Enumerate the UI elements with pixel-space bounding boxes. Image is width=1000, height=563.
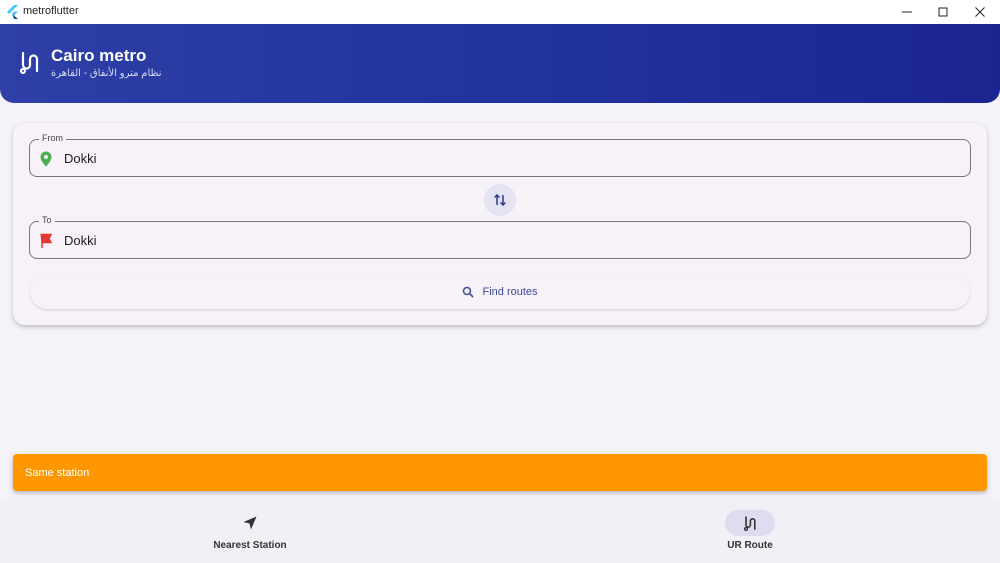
app-subtitle: نظام مترو الأنفاق - القاهرة (51, 68, 162, 79)
window-title: metroflutter (23, 5, 79, 17)
app-header (0, 24, 1000, 103)
close-button[interactable] (962, 0, 998, 24)
snackbar-message: Same station (25, 467, 90, 479)
maximize-icon (938, 7, 948, 17)
nav-icon-container (225, 510, 275, 536)
nav-label: UR Route (727, 540, 773, 551)
find-routes-button[interactable]: Find routes (30, 275, 970, 309)
search-icon (463, 286, 475, 298)
route-icon (743, 516, 756, 531)
route-icon (20, 51, 39, 74)
app-title: Cairo metro (51, 46, 147, 65)
window-titlebar: metroflutter (0, 0, 1000, 24)
navigation-arrow-icon (243, 516, 257, 530)
from-field[interactable]: From Dokki (29, 133, 971, 177)
nav-icon-container (725, 510, 775, 536)
nav-label: Nearest Station (213, 540, 287, 551)
nav-item-ur-route[interactable]: UR Route (500, 498, 1000, 563)
find-routes-label: Find routes (482, 286, 538, 298)
close-icon (975, 7, 985, 17)
flutter-icon (7, 5, 18, 19)
nav-item-nearest-station[interactable]: Nearest Station (0, 498, 500, 563)
bottom-navigation: Nearest Station UR Route (0, 498, 1000, 563)
to-label: To (39, 215, 55, 225)
maximize-button[interactable] (925, 0, 961, 24)
from-label: From (39, 133, 66, 143)
location-pin-icon (40, 151, 52, 167)
swap-vert-icon (493, 193, 507, 207)
snackbar: Same station (13, 454, 987, 491)
from-value: Dokki (64, 151, 97, 166)
flag-icon (40, 233, 53, 248)
to-field[interactable]: To Dokki (29, 215, 971, 259)
swap-stations-button[interactable] (484, 184, 516, 216)
minimize-icon (902, 11, 912, 13)
minimize-button[interactable] (889, 0, 925, 24)
to-value: Dokki (64, 233, 97, 248)
